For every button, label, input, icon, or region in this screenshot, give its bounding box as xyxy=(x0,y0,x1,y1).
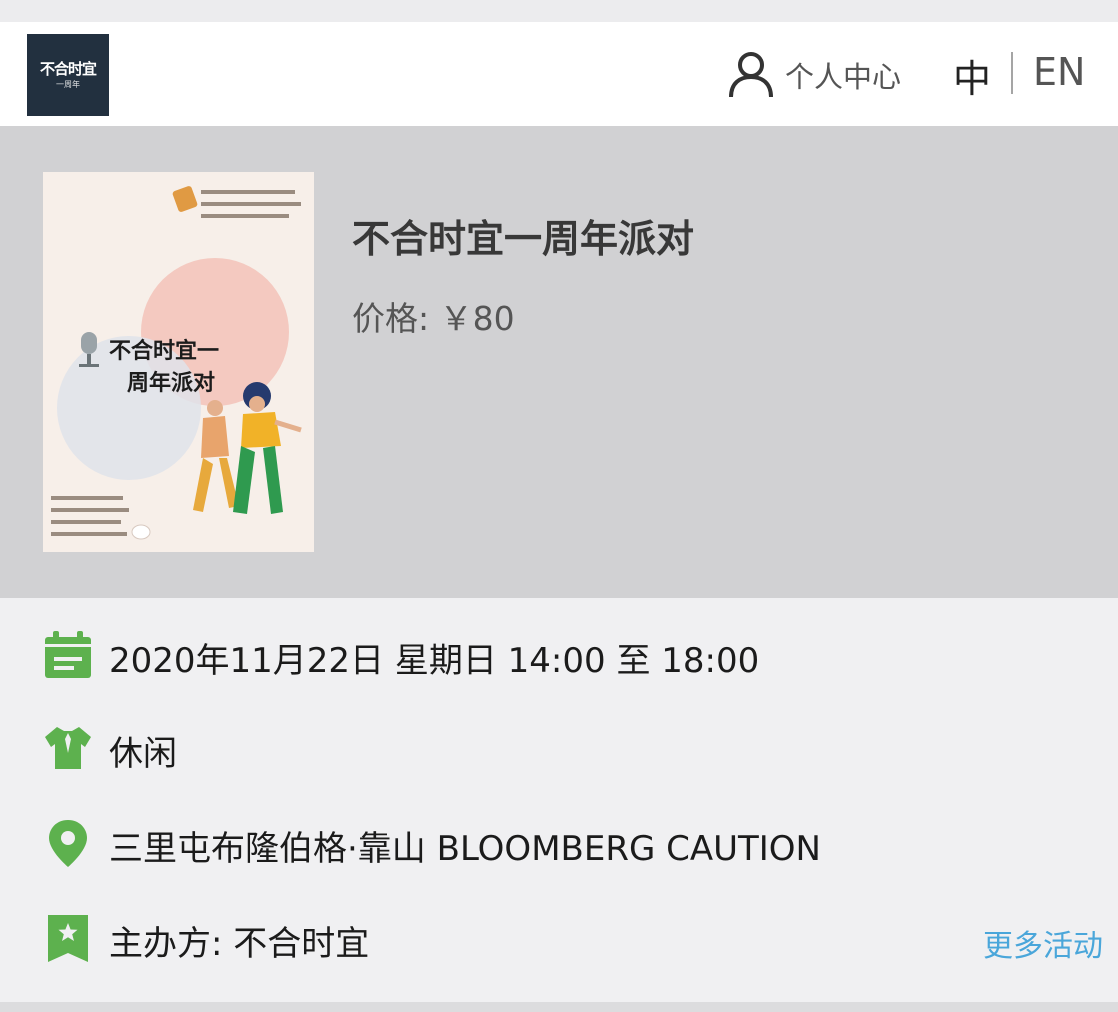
event-hero: 不合时宜一 周年派对 不合时宜一周年派对 价格: ￥80 xyxy=(0,126,1118,598)
shirt-icon xyxy=(45,727,91,769)
event-category: 休闲 xyxy=(109,734,177,774)
map-pin-icon xyxy=(49,820,87,867)
calendar-icon xyxy=(45,631,91,678)
datetime-row: 2020年11月22日 星期日 14:00 至 18:00 xyxy=(0,625,1118,685)
logo-text: 不合时宜 xyxy=(39,60,97,78)
logo[interactable]: 不合时宜 一周年 xyxy=(27,34,109,116)
event-price: 价格: ￥80 xyxy=(352,292,515,340)
location-row: 三里屯布隆伯格·靠山 BLOOMBERG CAUTION xyxy=(0,813,1118,873)
header: 不合时宜 一周年 个人中心 中 EN xyxy=(0,22,1118,126)
logo-subtext: 一周年 xyxy=(56,80,80,89)
user-icon[interactable] xyxy=(728,50,774,98)
language-divider xyxy=(1011,52,1013,94)
event-poster[interactable]: 不合时宜一 周年派对 xyxy=(43,172,314,552)
organizer-row: 主办方: 不合时宜 更多活动 xyxy=(0,908,1118,968)
event-location[interactable]: 三里屯布隆伯格·靠山 BLOOMBERG CAUTION xyxy=(109,821,821,870)
poster-illustration: 不合时宜一 周年派对 xyxy=(43,172,314,552)
bottom-strip xyxy=(0,1002,1118,1012)
event-title: 不合时宜一周年派对 xyxy=(352,217,695,261)
user-center-link[interactable]: 个人中心 xyxy=(785,54,901,96)
event-datetime: 2020年11月22日 星期日 14:00 至 18:00 xyxy=(109,641,760,681)
more-events-link[interactable]: 更多活动 xyxy=(983,921,1103,965)
language-zh-option[interactable]: 中 xyxy=(953,48,991,103)
event-details: 2020年11月22日 星期日 14:00 至 18:00 休闲 三里屯布隆伯格… xyxy=(0,598,1118,1002)
organizer-name[interactable]: 不合时宜 xyxy=(233,924,369,964)
organizer-label: 主办方: xyxy=(109,924,223,964)
top-strip xyxy=(0,0,1118,22)
event-organizer: 主办方: 不合时宜 xyxy=(109,916,369,965)
bookmark-star-icon xyxy=(48,915,88,962)
category-row: 休闲 xyxy=(0,718,1118,778)
poster-title-line2: 周年派对 xyxy=(127,370,215,396)
language-en-option[interactable]: EN xyxy=(1033,50,1085,94)
poster-title-line1: 不合时宜一 xyxy=(109,338,219,364)
price-value: ￥80 xyxy=(439,299,515,338)
price-label: 价格: xyxy=(352,299,430,338)
